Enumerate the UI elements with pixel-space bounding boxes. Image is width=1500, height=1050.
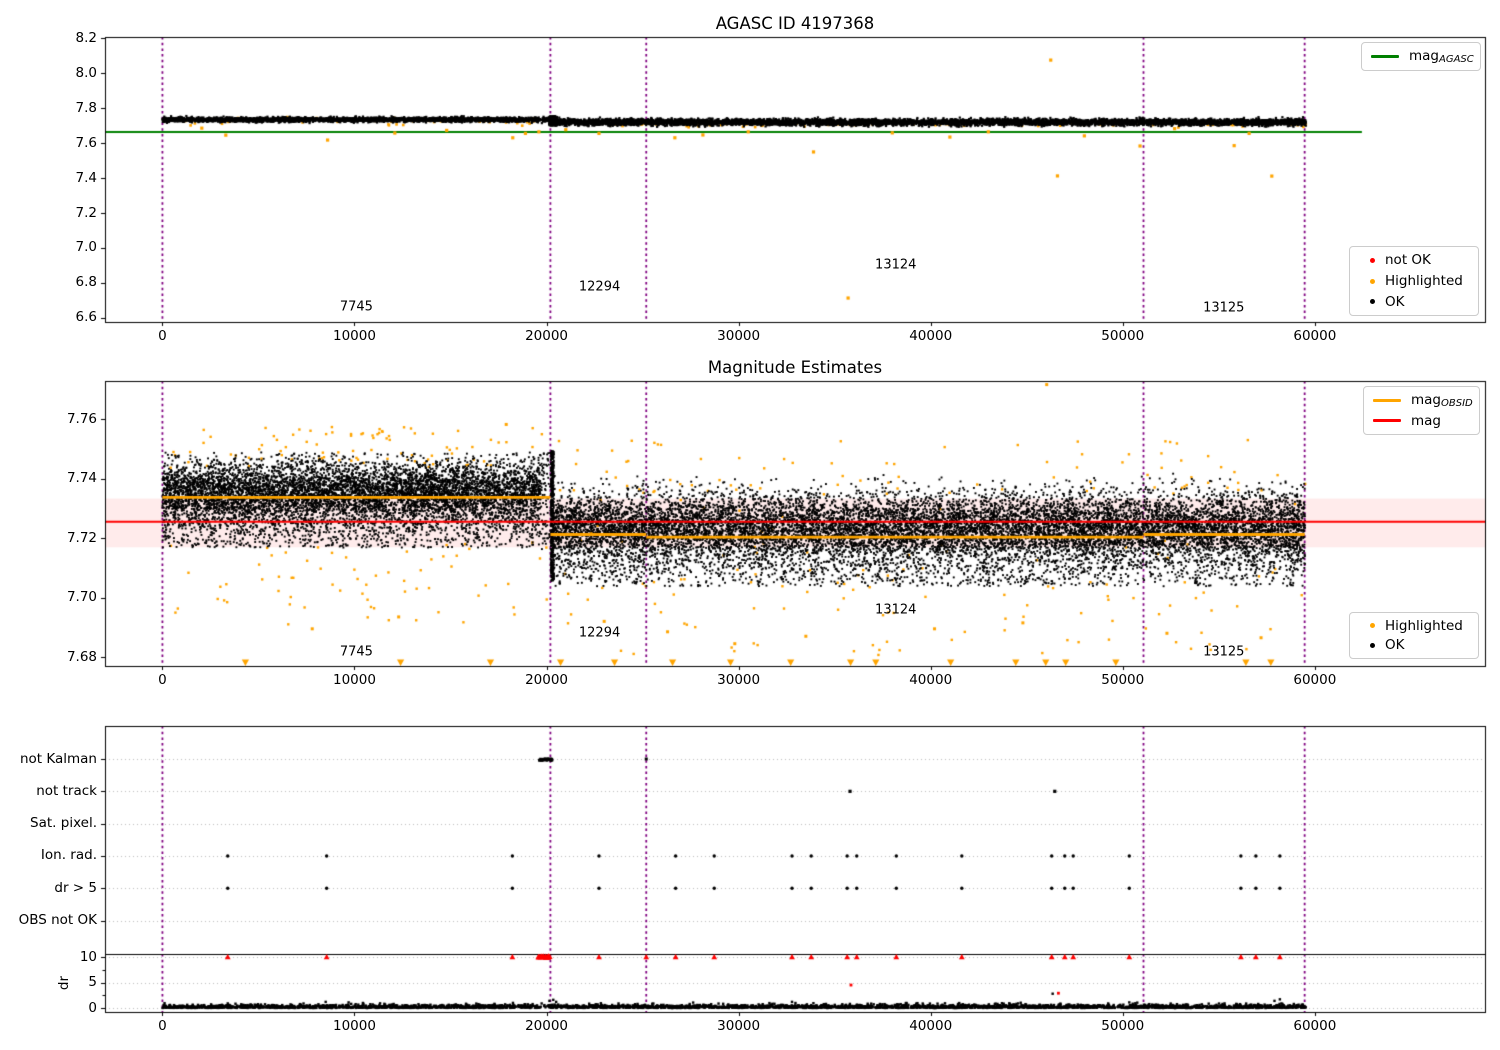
category-label: Ion. rad. xyxy=(40,847,97,864)
legend-label-sub: AGASC xyxy=(1439,54,1474,65)
category-label: not Kalman xyxy=(19,750,97,767)
x-tick-label: 40000 xyxy=(909,672,953,688)
y-tick-label: 6.6 xyxy=(75,309,97,326)
annotation-obsid: 12294 xyxy=(578,625,621,641)
x-tick-label: 60000 xyxy=(1293,672,1337,688)
x-tick-label: 50000 xyxy=(1101,1018,1145,1034)
legend-item-ok: OK xyxy=(1359,291,1469,312)
mag-obsid-line-sample xyxy=(1373,398,1401,402)
y-tick-label: 8.0 xyxy=(75,64,97,81)
y-tick-label: 8.2 xyxy=(75,29,97,46)
legend-top-points: not OK Highlighted OK xyxy=(1349,246,1479,316)
y-tick-label: 7.4 xyxy=(75,169,97,186)
mag-agasc-line-sample xyxy=(1371,55,1399,58)
category-label: dr > 5 xyxy=(54,879,97,896)
legend-item-highlighted: Highlighted xyxy=(1359,616,1469,636)
y-tick-label: 7.2 xyxy=(75,204,97,221)
x-tick-label: 50000 xyxy=(1101,328,1145,344)
legend-label-highlighted: Highlighted xyxy=(1385,617,1463,634)
y-tick-label: 7.8 xyxy=(75,99,97,116)
legend-item-highlighted: Highlighted xyxy=(1359,271,1469,292)
annotation-obsid: 13124 xyxy=(875,257,917,273)
category-label: not track xyxy=(36,782,97,799)
x-tick-label: 10000 xyxy=(333,672,376,688)
highlighted-marker-sample xyxy=(1370,623,1375,629)
annotation-obsid: 7745 xyxy=(339,644,373,660)
x-tick-label: 30000 xyxy=(717,1018,761,1034)
legend-label-main: mag xyxy=(1411,412,1441,429)
y-tick-label: 7.68 xyxy=(66,648,97,665)
x-tick-label: 50000 xyxy=(1101,672,1145,688)
legend-label-ok: OK xyxy=(1385,293,1405,310)
legend-label-mag-obsid: magOBSID xyxy=(1411,392,1473,409)
top-chart-title: AGASC ID 4197368 xyxy=(715,14,875,33)
x-tick-label: 40000 xyxy=(909,1018,953,1034)
x-tick-label: 30000 xyxy=(717,328,761,344)
x-tick-label: 0 xyxy=(158,672,167,688)
annotation-obsid: 12294 xyxy=(578,279,621,295)
legend-item-mag-agasc: magAGASC xyxy=(1371,46,1474,67)
x-tick-label: 0 xyxy=(158,328,167,344)
ok-marker-sample xyxy=(1370,642,1375,648)
dr-tick-label: 10 xyxy=(79,948,97,965)
not-ok-marker-sample xyxy=(1370,257,1375,263)
annotation-obsid: 7745 xyxy=(339,299,373,315)
x-tick-label: 40000 xyxy=(909,328,953,344)
legend-item-ok: OK xyxy=(1359,636,1469,656)
y-tick-label: 7.6 xyxy=(75,134,97,151)
legend-label-mag-agasc: magAGASC xyxy=(1409,48,1474,65)
legend-label-ok: OK xyxy=(1385,637,1405,654)
figure: AGASC ID 4197368 Magnitude Estimates mag… xyxy=(0,0,1500,1050)
legend-item-not-ok: not OK xyxy=(1359,250,1469,271)
legend-label-main: mag xyxy=(1411,391,1441,408)
y-tick-label: 7.0 xyxy=(75,239,97,256)
x-tick-label: 20000 xyxy=(525,672,569,688)
legend-label-main: mag xyxy=(1409,48,1439,64)
y-tick-label: 7.70 xyxy=(66,589,97,606)
legend-label-mag: mag xyxy=(1411,413,1441,429)
category-label: OBS not OK xyxy=(18,912,97,929)
x-tick-label: 10000 xyxy=(333,328,376,344)
dr-tick-label: 5 xyxy=(88,974,97,990)
y-tick-label: 6.8 xyxy=(75,274,97,291)
annotation-obsid: 13124 xyxy=(875,602,917,618)
legend-mag-obsid: magOBSID mag xyxy=(1363,386,1480,435)
annotation-obsid: 13125 xyxy=(1203,644,1245,660)
legend-item-mag-obsid: magOBSID xyxy=(1373,390,1473,411)
plot-canvas xyxy=(0,0,1500,1050)
middle-chart-title: Magnitude Estimates xyxy=(707,358,883,377)
dr-tick-label: 0 xyxy=(88,999,97,1016)
highlighted-marker-sample xyxy=(1370,278,1375,284)
annotation-obsid: 13125 xyxy=(1203,300,1245,316)
legend-label-highlighted: Highlighted xyxy=(1385,273,1463,289)
legend-middle-points: Highlighted OK xyxy=(1349,612,1479,659)
legend-mag-agasc: magAGASC xyxy=(1361,42,1481,71)
legend-item-mag: mag xyxy=(1373,411,1470,432)
mag-line-sample xyxy=(1373,419,1401,423)
y-tick-label: 7.76 xyxy=(66,410,97,427)
x-tick-label: 0 xyxy=(158,1018,167,1034)
ok-marker-sample xyxy=(1370,299,1375,305)
x-tick-label: 30000 xyxy=(717,672,761,688)
category-label: Sat. pixel. xyxy=(30,815,97,832)
y-tick-label: 7.74 xyxy=(66,470,97,487)
legend-label-sub: OBSID xyxy=(1441,397,1473,409)
y-tick-label: 7.72 xyxy=(66,529,97,546)
x-tick-label: 20000 xyxy=(525,328,569,344)
x-tick-label: 60000 xyxy=(1293,1018,1337,1034)
x-tick-label: 10000 xyxy=(333,1018,376,1034)
x-tick-label: 60000 xyxy=(1293,328,1337,344)
x-tick-label: 20000 xyxy=(525,1018,569,1034)
legend-label-not-ok: not OK xyxy=(1385,252,1431,269)
